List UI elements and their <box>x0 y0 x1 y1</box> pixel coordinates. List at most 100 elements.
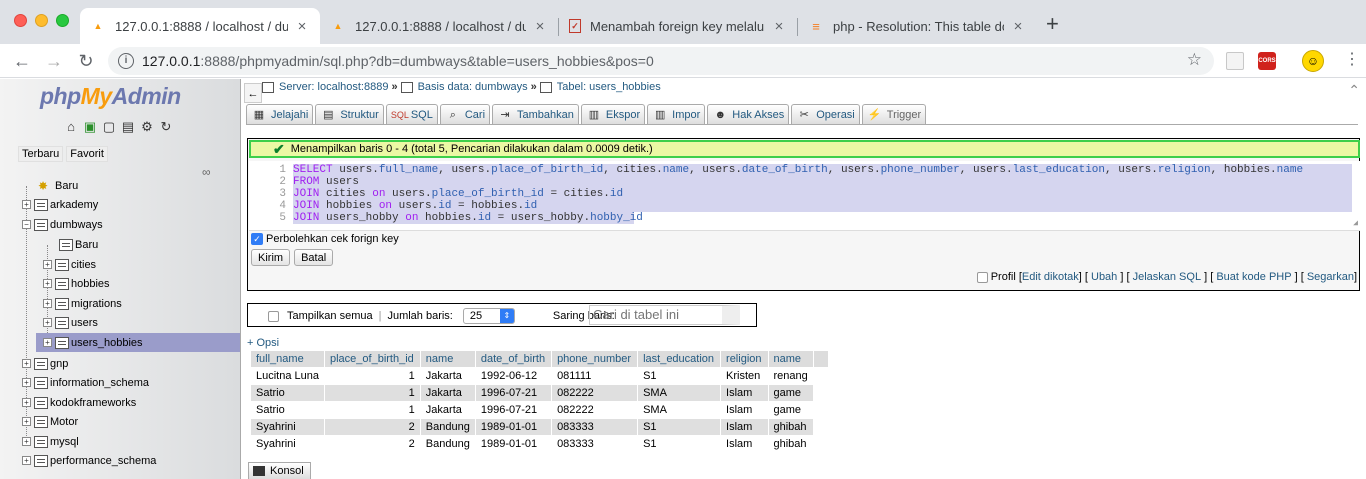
tree-item-gnp[interactable]: + gnp <box>22 354 68 373</box>
expand-icon[interactable]: + <box>22 378 31 387</box>
logout-icon[interactable]: ▣ <box>82 119 98 135</box>
sql-editor[interactable]: 1 SELECT users.full_name, users.place_of_… <box>249 161 1360 231</box>
tree-item-cities[interactable]: + cities <box>43 255 96 274</box>
console-toggle[interactable]: Konsol <box>248 462 311 479</box>
column-header[interactable]: last_education <box>638 351 721 367</box>
query-window-icon[interactable]: ▢ <box>101 119 117 135</box>
tab-cari[interactable]: ⌕ Cari <box>439 104 491 125</box>
tab-impor[interactable]: ▥ Impor <box>647 104 706 125</box>
tab-trigger[interactable]: ⚡ Trigger <box>861 104 927 125</box>
recent-tables-button[interactable]: Terbaru <box>18 146 64 162</box>
expand-icon[interactable]: + <box>43 338 52 347</box>
reload-nav-icon[interactable]: ↻ <box>158 119 174 135</box>
smiley-avatar-icon[interactable]: ☺ <box>1302 50 1324 72</box>
refresh-link[interactable]: Segarkan <box>1307 271 1354 283</box>
table-cell[interactable]: Bandung <box>420 419 475 435</box>
tree-item-motor[interactable]: + Motor <box>22 412 78 431</box>
expand-icon[interactable]: + <box>43 279 52 288</box>
column-header[interactable]: religion <box>721 351 768 367</box>
table-cell[interactable]: game <box>768 385 813 401</box>
show-all-checkbox[interactable] <box>268 310 279 322</box>
row-count-select[interactable]: 25 ⇕ <box>462 308 515 324</box>
table-cell[interactable]: Syahrini <box>251 436 324 452</box>
back-arrow-icon[interactable]: ← <box>10 49 34 73</box>
tab-close-icon[interactable]: × <box>532 18 548 35</box>
explain-sql-link[interactable]: Jelaskan SQL <box>1133 271 1201 283</box>
edit-link[interactable]: Ubah <box>1091 271 1117 283</box>
table-cell[interactable]: Kristen <box>721 368 768 384</box>
table-cell[interactable]: S1 <box>638 436 721 452</box>
table-cell[interactable]: 083333 <box>552 419 638 435</box>
table-cell[interactable]: 083333 <box>552 436 638 452</box>
tab-close-icon[interactable]: × <box>294 18 310 35</box>
edit-inline-link[interactable]: Edit dikotak <box>1022 271 1079 283</box>
table-cell[interactable]: 2 <box>325 419 420 435</box>
site-info-icon[interactable]: i <box>118 53 134 69</box>
tab-close-icon[interactable]: × <box>771 18 787 35</box>
tab-tambahkan[interactable]: ⇥ Tambahkan <box>492 104 579 125</box>
table-cell[interactable]: 1989-01-01 <box>475 436 552 452</box>
table-cell[interactable]: S1 <box>638 419 721 435</box>
tab-close-icon[interactable]: × <box>1010 18 1026 35</box>
browser-tab-4[interactable]: ≡ php - Resolution: This table do × <box>798 8 1036 44</box>
tree-item-new-table[interactable]: Baru <box>59 235 98 254</box>
table-cell[interactable]: Islam <box>721 436 768 452</box>
tab-operasi[interactable]: ✂ Operasi <box>791 104 860 125</box>
tree-item-migrations[interactable]: + migrations <box>43 294 122 313</box>
window-maximize-button[interactable] <box>56 14 69 27</box>
tree-item-users[interactable]: + users <box>43 313 98 332</box>
table-cell[interactable]: Jakarta <box>420 385 475 401</box>
tree-item-arkademy[interactable]: + arkademy <box>22 195 98 214</box>
tree-item-performance-schema[interactable]: + performance_schema <box>22 451 156 470</box>
table-cell[interactable]: Islam <box>721 402 768 418</box>
column-header[interactable]: date_of_birth <box>475 351 552 367</box>
table-cell[interactable]: SMA <box>638 402 721 418</box>
reload-icon[interactable]: ↻ <box>74 49 98 73</box>
options-link[interactable]: + Opsi <box>247 337 279 349</box>
address-url[interactable]: 127.0.0.1:8888/phpmyadmin/sql.php?db=dum… <box>142 53 654 69</box>
address-bar[interactable]: i 127.0.0.1:8888/phpmyadmin/sql.php?db=d… <box>108 47 1214 75</box>
tab-sql[interactable]: SQL SQL <box>385 104 438 125</box>
table-cell[interactable]: 082222 <box>552 402 638 418</box>
table-cell[interactable]: ghibah <box>768 436 813 452</box>
table-cell[interactable]: 1996-07-21 <box>475 385 552 401</box>
table-cell[interactable]: 082222 <box>552 385 638 401</box>
expand-icon[interactable]: + <box>22 417 31 426</box>
create-php-code-link[interactable]: Buat kode PHP <box>1216 271 1291 283</box>
breadcrumb-table[interactable]: Tabel: users_hobbies <box>557 81 661 93</box>
table-cell[interactable]: Syahrini <box>251 419 324 435</box>
tab-jelajahi[interactable]: ▦ Jelajahi <box>246 104 314 125</box>
tree-item-hobbies[interactable]: + hobbies <box>43 274 110 293</box>
column-header[interactable]: phone_number <box>552 351 638 367</box>
link-chain-icon[interactable]: ∞ <box>202 165 211 179</box>
table-cell[interactable]: Jakarta <box>420 368 475 384</box>
tab-ekspor[interactable]: ▥ Ekspor <box>580 104 646 125</box>
tree-item-mysql[interactable]: + mysql <box>22 432 79 451</box>
tree-item-users-hobbies[interactable]: + users_hobbies <box>36 333 240 352</box>
table-cell[interactable]: Satrio <box>251 402 324 418</box>
window-close-button[interactable] <box>14 14 27 27</box>
table-cell[interactable]: Jakarta <box>420 402 475 418</box>
expand-icon[interactable]: + <box>43 299 52 308</box>
collapse-nav-arrow-icon[interactable]: ← <box>244 83 262 103</box>
window-minimize-button[interactable] <box>35 14 48 27</box>
tree-item-kodokframeworks[interactable]: + kodokframeworks <box>22 393 136 412</box>
table-cell[interactable]: Islam <box>721 385 768 401</box>
table-cell[interactable]: Bandung <box>420 436 475 452</box>
scroll-top-icon[interactable]: ⌃ <box>1348 82 1360 99</box>
tab-struktur[interactable]: ▤ Struktur <box>315 104 384 125</box>
expand-icon[interactable]: + <box>22 200 31 209</box>
tree-item-dumbways[interactable]: − dumbways <box>22 215 103 234</box>
table-cell[interactable]: game <box>768 402 813 418</box>
fk-checkbox[interactable]: ✓ <box>251 233 263 245</box>
forward-arrow-icon[interactable]: → <box>42 49 66 73</box>
table-cell[interactable]: ghibah <box>768 419 813 435</box>
table-cell[interactable]: 1989-01-01 <box>475 419 552 435</box>
resize-handle-icon[interactable]: ◢ <box>1353 218 1358 228</box>
table-cell[interactable]: 1 <box>325 385 420 401</box>
expand-icon[interactable]: + <box>43 318 52 327</box>
browser-tab-3[interactable]: ✓ Menambah foreign key melalui × <box>559 8 797 44</box>
column-header[interactable]: place_of_birth_id <box>325 351 420 367</box>
table-cell[interactable]: 1992-06-12 <box>475 368 552 384</box>
tree-item-information-schema[interactable]: + information_schema <box>22 373 149 392</box>
